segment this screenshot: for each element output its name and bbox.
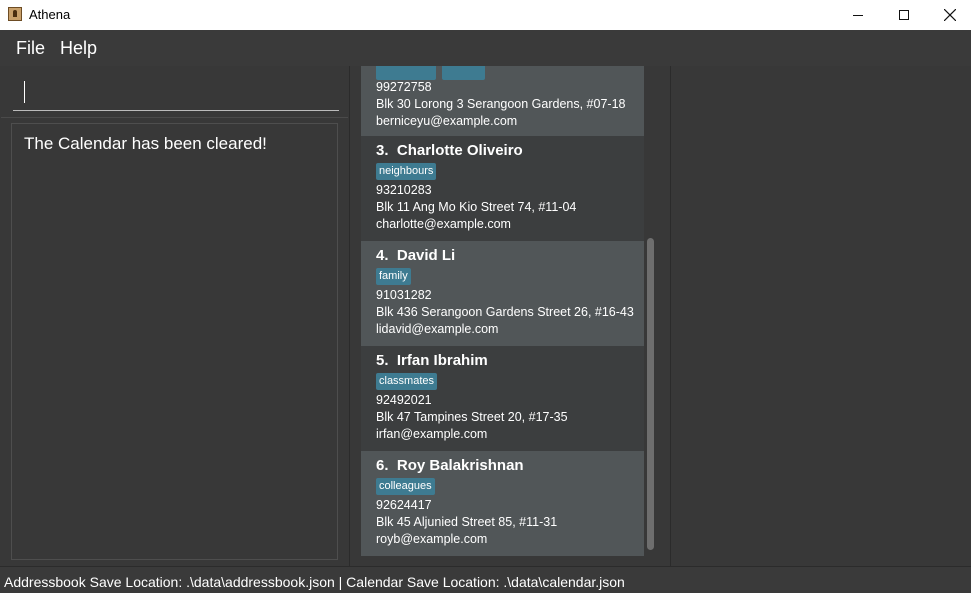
- contact-email: charlotte@example.com: [376, 217, 511, 231]
- result-message: The Calendar has been cleared!: [24, 134, 267, 153]
- result-display: The Calendar has been cleared!: [11, 123, 338, 560]
- status-save-locations: Addressbook Save Location: .\data\addres…: [4, 574, 625, 590]
- contact-tag: family: [376, 268, 411, 285]
- contact-address: Blk 45 Aljunied Street 85, #11-31: [376, 515, 558, 529]
- contact-index: 4.: [376, 247, 389, 264]
- minimize-button[interactable]: [835, 0, 881, 30]
- contact-address: Blk 30 Lorong 3 Serangoon Gardens, #07-1…: [376, 97, 626, 111]
- contact-email: lidavid@example.com: [376, 322, 499, 336]
- minimize-icon: [853, 14, 863, 16]
- contact-name-text: David Li: [396, 247, 456, 264]
- contact-card[interactable]: 99272758 Blk 30 Lorong 3 Serangoon Garde…: [361, 66, 644, 136]
- close-button[interactable]: [927, 0, 971, 30]
- contact-phone: 99272758: [376, 80, 432, 94]
- contact-tag: colleagues: [376, 478, 435, 495]
- list-scrollbar[interactable]: [647, 238, 654, 550]
- text-cursor: [24, 81, 25, 103]
- maximize-icon: [899, 10, 909, 20]
- title-bar: Athena: [0, 0, 971, 30]
- contact-address: Blk 11 Ang Mo Kio Street 74, #11-04: [376, 200, 577, 214]
- window-title: Athena: [29, 7, 71, 22]
- contact-index: 3.: [376, 142, 389, 159]
- status-bar: Addressbook Save Location: .\data\addres…: [0, 566, 971, 593]
- contact-name: 4. David Li: [376, 247, 455, 264]
- contact-card[interactable]: 3. Charlotte Oliveiro neighbours 9321028…: [361, 136, 644, 241]
- contact-list[interactable]: 99272758 Blk 30 Lorong 3 Serangoon Garde…: [361, 66, 644, 557]
- contact-card[interactable]: 4. David Li family 91031282 Blk 436 Sera…: [361, 241, 644, 346]
- contact-name: 5. Irfan Ibrahim: [376, 352, 488, 369]
- contact-tag: [442, 66, 485, 80]
- contact-email: berniceyu@example.com: [376, 114, 518, 128]
- contact-phone: 92492021: [376, 393, 432, 407]
- contact-email: irfan@example.com: [376, 427, 488, 441]
- command-box: [1, 67, 348, 118]
- menu-bar: File Help: [0, 30, 971, 66]
- contact-card[interactable]: 5. Irfan Ibrahim classmates 92492021 Blk…: [361, 346, 644, 451]
- contact-address: Blk 436 Serangoon Gardens Street 26, #16…: [376, 305, 634, 319]
- menu-file[interactable]: File: [16, 38, 45, 59]
- maximize-button[interactable]: [881, 0, 927, 30]
- contact-email: royb@example.com: [376, 532, 488, 546]
- contact-index: 5.: [376, 352, 389, 369]
- contact-address: Blk 47 Tampines Street 20, #17-35: [376, 410, 568, 424]
- contact-tag: [376, 66, 436, 80]
- contact-tag: neighbours: [376, 163, 437, 180]
- contact-tag: classmates: [376, 373, 438, 390]
- contact-name-text: Roy Balakrishnan: [396, 457, 524, 474]
- contact-name: 6. Roy Balakrishnan: [376, 457, 524, 474]
- menu-help[interactable]: Help: [60, 38, 97, 59]
- contact-phone: 91031282: [376, 288, 432, 302]
- command-input[interactable]: [13, 77, 339, 111]
- close-icon: [944, 9, 956, 21]
- contact-name-text: Irfan Ibrahim: [396, 352, 488, 369]
- app-icon: [8, 7, 22, 21]
- contact-name-text: Charlotte Oliveiro: [396, 142, 523, 159]
- left-pane: The Calendar has been cleared!: [0, 66, 350, 566]
- contact-list-pane: 99272758 Blk 30 Lorong 3 Serangoon Garde…: [350, 66, 671, 566]
- right-pane: [671, 66, 971, 566]
- contact-phone: 92624417: [376, 498, 432, 512]
- contact-phone: 93210283: [376, 183, 432, 197]
- contact-index: 6.: [376, 457, 389, 474]
- contact-name: 3. Charlotte Oliveiro: [376, 142, 523, 159]
- contact-card[interactable]: 6. Roy Balakrishnan colleagues 92624417 …: [361, 451, 644, 556]
